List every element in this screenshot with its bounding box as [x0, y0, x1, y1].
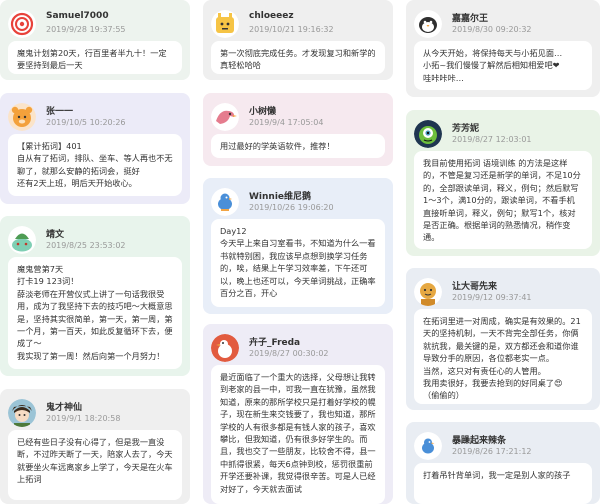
timestamp: 2019/9/1 18:20:58 — [46, 414, 121, 423]
post-text: 魔鬼计划第20天，行百里者半九十！一定要坚持到最后一天 — [8, 41, 182, 74]
timestamp: 2019/9/12 09:37:41 — [452, 293, 532, 302]
mike-monster-avatar[interactable] — [414, 120, 442, 148]
post-card: Samuel7000 2019/9/28 19:37:55 魔鬼计划第20天，行… — [0, 0, 190, 80]
post-text: 打着吊针背单词，我一定是别人家的孩子 — [414, 463, 592, 504]
post-card: chloeeez 2019/10/21 19:16:32 第一次彻底完成任务。才… — [203, 0, 393, 80]
post-text: Day12 今天早上来自习室看书，不知道为什么一看书就特别困，我应该早点想到换学… — [211, 219, 385, 307]
post-text: 最近面临了一个重大的选择，父母想让我转到老家的县一中，可我一直在犹豫，虽然我知道… — [211, 365, 385, 504]
timestamp: 2019/9/28 19:37:55 — [46, 25, 126, 34]
post-card: 小树懒 2019/9/4 17:05:04 用过最好的学英语软件，推荐！ — [203, 93, 393, 166]
post-text: 已经有些日子没有心得了，但是我一直没断，不过昨天断了一天，陪家人去了，今天就要坐… — [8, 430, 182, 500]
anime-boy-avatar[interactable] — [8, 399, 36, 427]
username[interactable]: Samuel7000 — [46, 11, 109, 21]
timestamp: 2019/8/27 12:03:01 — [452, 135, 532, 144]
post-card: Winnie维尼鹅 2019/10/26 19:06:20 Day12 今天早上… — [203, 178, 393, 314]
username[interactable]: chloeeez — [249, 11, 294, 21]
timestamp: 2019/10/26 19:06:20 — [249, 203, 334, 212]
goose-avatar[interactable] — [211, 334, 239, 362]
username[interactable]: 鬼才神仙 — [46, 400, 82, 413]
username[interactable]: 让大哥先来 — [452, 279, 497, 292]
username[interactable]: 张一一 — [46, 104, 73, 117]
post-card: 让大哥先来 2019/9/12 09:37:41 在拓词里进一对周成，确实是有效… — [406, 268, 600, 410]
bluebird-small-avatar[interactable] — [414, 432, 442, 460]
pink-bird-avatar[interactable] — [211, 103, 239, 131]
timestamp: 2019/8/27 00:30:02 — [249, 349, 329, 358]
post-card: 暴躁起来辣条 2019/8/26 17:21:12 打着吊针背单词，我一定是别人… — [406, 422, 600, 504]
timestamp: 2019/10/5 10:20:26 — [46, 118, 126, 127]
username[interactable]: 嘉嘉尔王 — [452, 11, 488, 24]
timestamp: 2019/10/21 19:16:32 — [249, 25, 334, 34]
orange-bear-avatar[interactable] — [8, 103, 36, 131]
timestamp: 2019/8/26 17:21:12 — [452, 447, 532, 456]
post-text: 从今天开始，将保持每天与小拓见面… 小拓~我们慢慢了解然后相知相爱吧❤ 哇咔咔咔… — [414, 41, 592, 90]
post-card: 张一一 2019/10/5 10:20:26 【累计拓词】401 自从有了拓词，… — [0, 93, 190, 204]
timestamp: 2019/9/4 17:05:04 — [249, 118, 324, 127]
post-text: 第一次彻底完成任务。才发现复习和新学的真轻松哈哈 — [211, 41, 385, 74]
monk-avatar[interactable] — [414, 278, 442, 306]
post-text: 【累计拓词】401 自从有了拓词，排队、坐车、等人再也不无聊了，就那么安静的拓词… — [8, 134, 182, 196]
username[interactable]: 卉子_Freda — [249, 335, 300, 348]
yellow-creature-avatar[interactable] — [211, 10, 239, 38]
post-text: 在拓词里进一对周成，确实是有效果的。21天的坚持机制，一天不背完全部任务，你俩就… — [414, 309, 592, 404]
post-card: 鬼才神仙 2019/9/1 18:20:58 已经有些日子没有心得了，但是我一直… — [0, 389, 190, 504]
username[interactable]: Winnie维尼鹅 — [249, 189, 311, 202]
post-card: 嘉嘉尔王 2019/8/30 09:20:32 从今天开始，将保持每天与小拓见面… — [406, 0, 600, 97]
post-text: 魔鬼营第7天 打卡19 123词！ 薛淡老师在开营仪式上讲了一句话我很受用，成为… — [8, 257, 182, 369]
post-text: 用过最好的学英语软件，推荐！ — [211, 134, 385, 158]
bulbasaur-avatar[interactable] — [8, 226, 36, 254]
timestamp: 2019/8/30 09:20:32 — [452, 25, 532, 34]
username[interactable]: 暴躁起来辣条 — [452, 433, 506, 446]
spiral-avatar[interactable] — [8, 10, 36, 38]
post-card: 靖文 2019/8/25 23:53:02 魔鬼营第7天 打卡19 123词！ … — [0, 216, 190, 376]
penguin-avatar[interactable] — [414, 10, 442, 38]
username[interactable]: 小树懒 — [249, 104, 276, 117]
timestamp: 2019/8/25 23:53:02 — [46, 241, 126, 250]
username[interactable]: 芳芳妮 — [452, 121, 479, 134]
post-text: 我目前使用拓词 语境训练 的方法是这样的，不管是复习还是新学的单词，不足10分的… — [414, 151, 592, 249]
blue-bird-avatar[interactable] — [211, 188, 239, 216]
username[interactable]: 靖文 — [46, 227, 64, 240]
post-card: 卉子_Freda 2019/8/27 00:30:02 最近面临了一个重大的选择… — [203, 324, 393, 504]
post-card: 芳芳妮 2019/8/27 12:03:01 我目前使用拓词 语境训练 的方法是… — [406, 110, 600, 256]
